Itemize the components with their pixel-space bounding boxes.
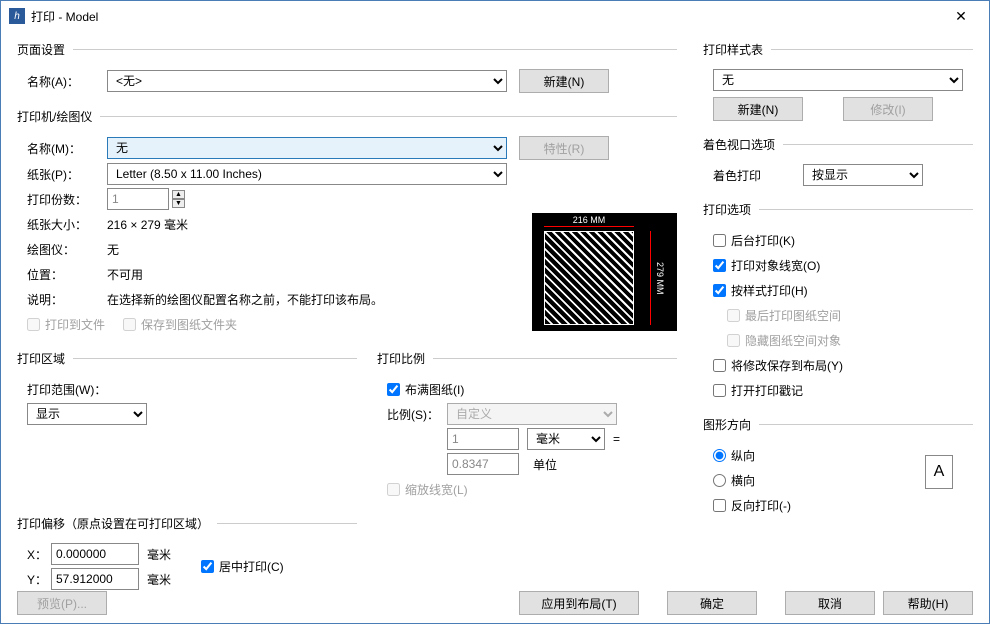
- scale-unit-select[interactable]: 毫米: [527, 428, 605, 450]
- shade-label: 着色打印: [713, 167, 803, 184]
- printer-props-button: 特性(R): [519, 136, 609, 160]
- equals-label: =: [613, 432, 620, 446]
- save-sheet-check: 保存到图纸文件夹: [123, 316, 237, 333]
- print-to-file-check: 打印到文件: [27, 316, 105, 333]
- style-select[interactable]: 无: [713, 69, 963, 91]
- opt-last-check: 最后打印图纸空间: [727, 307, 841, 324]
- close-icon[interactable]: ✕: [941, 8, 981, 25]
- x-input[interactable]: [51, 543, 139, 565]
- paper-select[interactable]: Letter (8.50 x 11.00 Inches): [107, 163, 507, 185]
- x-label: X：: [27, 546, 51, 563]
- page-setup-legend: 页面设置: [17, 41, 73, 58]
- titlebar: h 打印 - Model ✕: [1, 1, 989, 31]
- ok-button[interactable]: 确定: [667, 591, 757, 615]
- scale-lw-check: 缩放线宽(L): [387, 481, 468, 498]
- style-legend: 打印样式表: [703, 41, 771, 58]
- orient-landscape-radio[interactable]: 横向: [713, 472, 755, 489]
- options-legend: 打印选项: [703, 201, 759, 218]
- scale-label: 比例(S)：: [387, 406, 447, 423]
- size-label: 纸张大小：: [17, 216, 107, 233]
- location-label: 位置：: [17, 266, 107, 283]
- shade-group: 着色视口选项 着色打印 按显示: [703, 136, 973, 195]
- scale-select: 自定义: [447, 403, 617, 425]
- copies-label: 打印份数：: [17, 191, 107, 208]
- unit-label: 单位: [533, 456, 557, 473]
- help-button[interactable]: 帮助(H): [883, 591, 973, 615]
- offset-legend: 打印偏移（原点设置在可打印区域）: [17, 515, 217, 532]
- style-new-button[interactable]: 新建(N): [713, 97, 803, 121]
- opt-save-check[interactable]: 将修改保存到布局(Y): [713, 357, 843, 374]
- plot-scale-legend: 打印比例: [377, 350, 433, 367]
- desc-value: 在选择新的绘图仪配置名称之前，不能打印该布局。: [107, 291, 383, 308]
- spin-down-icon[interactable]: ▼: [172, 199, 185, 208]
- opt-hide-check: 隐藏图纸空间对象: [727, 332, 841, 349]
- range-label: 打印范围(W)：: [27, 381, 106, 398]
- orient-upside-check[interactable]: 反向打印(-): [713, 497, 791, 514]
- copies-input: [107, 188, 169, 210]
- plot-area-group: 打印区域 打印范围(W)： 显示: [17, 350, 357, 509]
- range-select[interactable]: 显示: [27, 403, 147, 425]
- spin-up-icon[interactable]: ▲: [172, 190, 185, 199]
- scale-num-input: [447, 428, 519, 450]
- app-icon: h: [9, 8, 25, 24]
- style-group: 打印样式表 无 新建(N) 修改(I): [703, 41, 973, 130]
- orient-portrait-radio[interactable]: 纵向: [713, 447, 755, 464]
- size-value: 216 × 279 毫米: [107, 216, 188, 233]
- orient-legend: 图形方向: [703, 416, 759, 433]
- plotter-label: 绘图仪：: [17, 241, 107, 258]
- plot-area-legend: 打印区域: [17, 350, 73, 367]
- shade-legend: 着色视口选项: [703, 136, 783, 153]
- opt-stamp-check[interactable]: 打开打印戳记: [713, 382, 803, 399]
- desc-label: 说明：: [17, 291, 107, 308]
- page-name-label: 名称(A)：: [17, 73, 107, 90]
- style-edit-button: 修改(I): [843, 97, 933, 121]
- location-value: 不可用: [107, 266, 143, 283]
- opt-bg-check[interactable]: 后台打印(K): [713, 232, 795, 249]
- shade-select[interactable]: 按显示: [803, 164, 923, 186]
- printer-group: 打印机/绘图仪 名称(M)： 无 特性(R) 纸张(P)： Letter (8.…: [17, 108, 677, 344]
- plot-scale-group: 打印比例 布满图纸(I) 比例(S)： 自定义 毫米 = 单位: [377, 350, 677, 509]
- window-title: 打印 - Model: [31, 8, 941, 25]
- copies-spinner[interactable]: ▲▼: [107, 188, 185, 210]
- scale-denom-input: [447, 453, 519, 475]
- cancel-button[interactable]: 取消: [785, 591, 875, 615]
- paper-label: 纸张(P)：: [17, 166, 107, 183]
- preview-button: 预览(P)...: [17, 591, 107, 615]
- options-group: 打印选项 后台打印(K) 打印对象线宽(O) 按样式打印(H) 最后打印图纸空间…: [703, 201, 973, 410]
- page-name-select[interactable]: <无>: [107, 70, 507, 92]
- printer-legend: 打印机/绘图仪: [17, 108, 100, 125]
- printer-name-label: 名称(M)：: [17, 140, 107, 157]
- center-check[interactable]: 居中打印(C): [201, 558, 284, 575]
- printer-name-select[interactable]: 无: [107, 137, 507, 159]
- apply-button[interactable]: 应用到布局(T): [519, 591, 639, 615]
- opt-style-check[interactable]: 按样式打印(H): [713, 282, 808, 299]
- x-unit: 毫米: [147, 546, 171, 563]
- page-setup-group: 页面设置 名称(A)： <无> 新建(N): [17, 41, 677, 102]
- paper-preview: 216 MM 279 MM: [532, 213, 677, 331]
- print-dialog: h 打印 - Model ✕ 页面设置 名称(A)： <无> 新建(N) 打印机…: [0, 0, 990, 624]
- orient-group: 图形方向 纵向 横向 反向打印(-) A: [703, 416, 973, 525]
- orientation-icon: A: [925, 455, 953, 489]
- plotter-value: 无: [107, 241, 119, 258]
- footer-buttons: 预览(P)... 应用到布局(T) 确定 取消 帮助(H): [1, 583, 989, 623]
- fit-paper-check[interactable]: 布满图纸(I): [387, 381, 464, 398]
- page-new-button[interactable]: 新建(N): [519, 69, 609, 93]
- opt-lw-check[interactable]: 打印对象线宽(O): [713, 257, 820, 274]
